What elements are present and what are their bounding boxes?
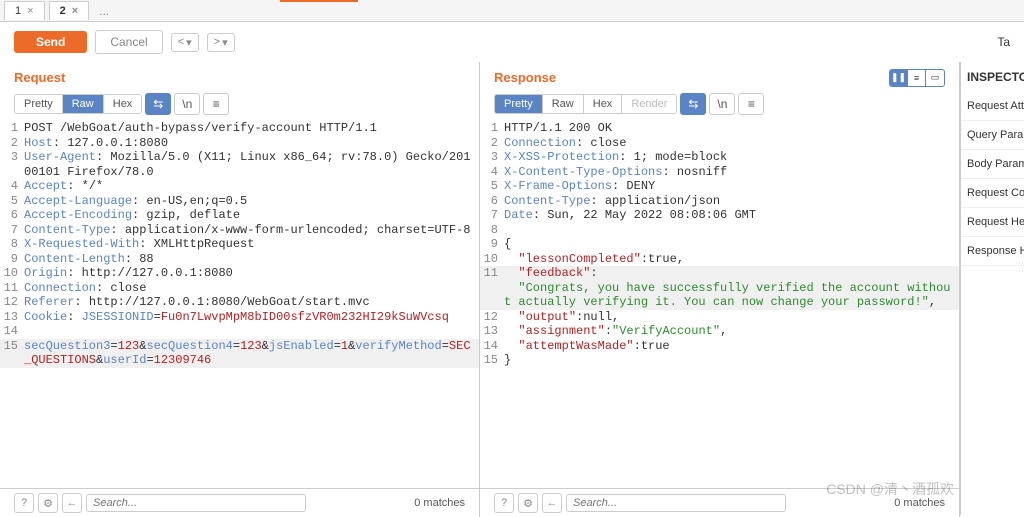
gear-icon[interactable]: ⚙ [38, 493, 58, 513]
target-label: Ta [997, 35, 1010, 49]
nav-next-button[interactable]: >▾ [207, 33, 235, 52]
code-line[interactable]: 9Content-Length: 88 [0, 252, 479, 267]
code-line[interactable]: 13 "assignment":"VerifyAccount", [480, 324, 959, 339]
code-line[interactable]: 9{ [480, 237, 959, 252]
code-line[interactable]: 13Cookie: JSESSIONID=Fu0n7LwvpMpM8bID00s… [0, 310, 479, 325]
code-line[interactable]: 5Accept-Language: en-US,en;q=0.5 [0, 194, 479, 209]
code-line[interactable]: 10Origin: http://127.0.0.1:8080 [0, 266, 479, 281]
code-line[interactable]: 1HTTP/1.1 200 OK [480, 121, 959, 136]
code-line[interactable]: 8 [480, 223, 959, 238]
code-line[interactable]: 14 "attemptWasMade":true [480, 339, 959, 354]
code-line[interactable]: 6Accept-Encoding: gzip, deflate [0, 208, 479, 223]
gear-icon[interactable]: ⚙ [518, 493, 538, 513]
code-line[interactable]: 2Connection: close [480, 136, 959, 151]
response-viewer[interactable]: 1HTTP/1.1 200 OK2Connection: close3X-XSS… [480, 121, 959, 515]
arrow-icon[interactable]: ← [542, 493, 562, 513]
view-raw[interactable]: Raw [63, 95, 104, 113]
search-input[interactable] [86, 494, 306, 512]
search-input[interactable] [566, 494, 786, 512]
newline-icon[interactable]: \n [709, 93, 735, 115]
view-pretty[interactable]: Pretty [495, 95, 543, 113]
view-render[interactable]: Render [622, 95, 676, 113]
code-line[interactable]: 6Content-Type: application/json [480, 194, 959, 209]
view-pretty[interactable]: Pretty [15, 95, 63, 113]
inspector-request-attributes[interactable]: Request Att [961, 92, 1024, 121]
wrap-icon[interactable]: ⇆ [145, 93, 171, 115]
code-line[interactable]: 2Host: 127.0.0.1:8080 [0, 136, 479, 151]
columns-icon[interactable]: ❚❚ [890, 70, 908, 86]
code-line[interactable]: 12 "output":null, [480, 310, 959, 325]
code-line[interactable]: 7Content-Type: application/x-www-form-ur… [0, 223, 479, 238]
inspector-request-headers[interactable]: Request He [961, 208, 1024, 237]
code-line[interactable]: 7Date: Sun, 22 May 2022 08:08:06 GMT [480, 208, 959, 223]
code-line[interactable]: 15} [480, 353, 959, 368]
request-pane: Request Pretty Raw Hex ⇆ \n ≡ 1POST /Web… [0, 62, 480, 515]
code-line[interactable]: 11Connection: close [0, 281, 479, 296]
request-title: Request [0, 62, 479, 89]
inspector-title: INSPECTO [961, 62, 1024, 92]
inspector-body-params[interactable]: Body Param [961, 150, 1024, 179]
inspector-request-cookies[interactable]: Request Co [961, 179, 1024, 208]
nav-prev-button[interactable]: <▾ [171, 33, 199, 52]
single-icon[interactable]: ▭ [926, 70, 944, 86]
help-icon[interactable]: ? [14, 493, 34, 513]
code-line[interactable]: 10 "lessonCompleted":true, [480, 252, 959, 267]
view-hex[interactable]: Hex [104, 95, 142, 113]
code-line[interactable]: 15secQuestion3=123&secQuestion4=123&jsEn… [0, 339, 479, 368]
code-line[interactable]: 1POST /WebGoat/auth-bypass/verify-accoun… [0, 121, 479, 136]
code-line[interactable]: 11 "feedback": "Congrats, you have succe… [480, 266, 959, 310]
code-line[interactable]: 8X-Requested-With: XMLHttpRequest [0, 237, 479, 252]
request-view-segment: Pretty Raw Hex [14, 94, 142, 114]
cancel-button[interactable]: Cancel [95, 30, 162, 54]
menu-icon[interactable]: ≡ [738, 93, 764, 115]
response-title: Response [494, 66, 556, 89]
code-line[interactable]: 3X-XSS-Protection: 1; mode=block [480, 150, 959, 165]
menu-icon[interactable]: ≡ [203, 93, 229, 115]
wrap-icon[interactable]: ⇆ [680, 93, 706, 115]
match-count: 0 matches [414, 497, 465, 509]
code-line[interactable]: 14 [0, 324, 479, 339]
close-icon[interactable]: × [72, 5, 78, 17]
request-editor[interactable]: 1POST /WebGoat/auth-bypass/verify-accoun… [0, 121, 479, 515]
layout-toggle[interactable]: ❚❚ ≡ ▭ [889, 69, 945, 87]
inspector-query-params[interactable]: Query Para [961, 121, 1024, 150]
code-line[interactable]: 12Referer: http://127.0.0.1:8080/WebGoat… [0, 295, 479, 310]
drag-handle-icon[interactable]: ⋮⋮ [1015, 259, 1024, 275]
response-pane: Response ❚❚ ≡ ▭ Pretty Raw Hex Render ⇆ … [480, 62, 960, 515]
code-line[interactable]: 3User-Agent: Mozilla/5.0 (X11; Linux x86… [0, 150, 479, 179]
code-line[interactable]: 5X-Frame-Options: DENY [480, 179, 959, 194]
newline-icon[interactable]: \n [174, 93, 200, 115]
tab-2[interactable]: 2× [49, 1, 90, 20]
watermark: CSDN @清丶酒孤欢 [826, 479, 954, 499]
rows-icon[interactable]: ≡ [908, 70, 926, 86]
toolbar: Send Cancel <▾ >▾ Ta [0, 22, 1024, 62]
code-line[interactable]: 4X-Content-Type-Options: nosniff [480, 165, 959, 180]
tab-1[interactable]: 1× [4, 1, 45, 20]
code-line[interactable]: 4Accept: */* [0, 179, 479, 194]
view-raw[interactable]: Raw [543, 95, 584, 113]
inspector-panel: INSPECTO Request Att Query Para Body Par… [960, 62, 1024, 515]
close-icon[interactable]: × [27, 5, 33, 17]
help-icon[interactable]: ? [494, 493, 514, 513]
arrow-icon[interactable]: ← [62, 493, 82, 513]
tab-overflow[interactable]: ... [89, 1, 119, 21]
view-hex[interactable]: Hex [584, 95, 623, 113]
tab-bar: 1× 2× ... [0, 0, 1024, 22]
response-view-segment: Pretty Raw Hex Render [494, 94, 677, 114]
send-button[interactable]: Send [14, 31, 87, 53]
footer: ? ⚙ ← 0 matches ? ⚙ ← 0 matches [0, 488, 960, 517]
